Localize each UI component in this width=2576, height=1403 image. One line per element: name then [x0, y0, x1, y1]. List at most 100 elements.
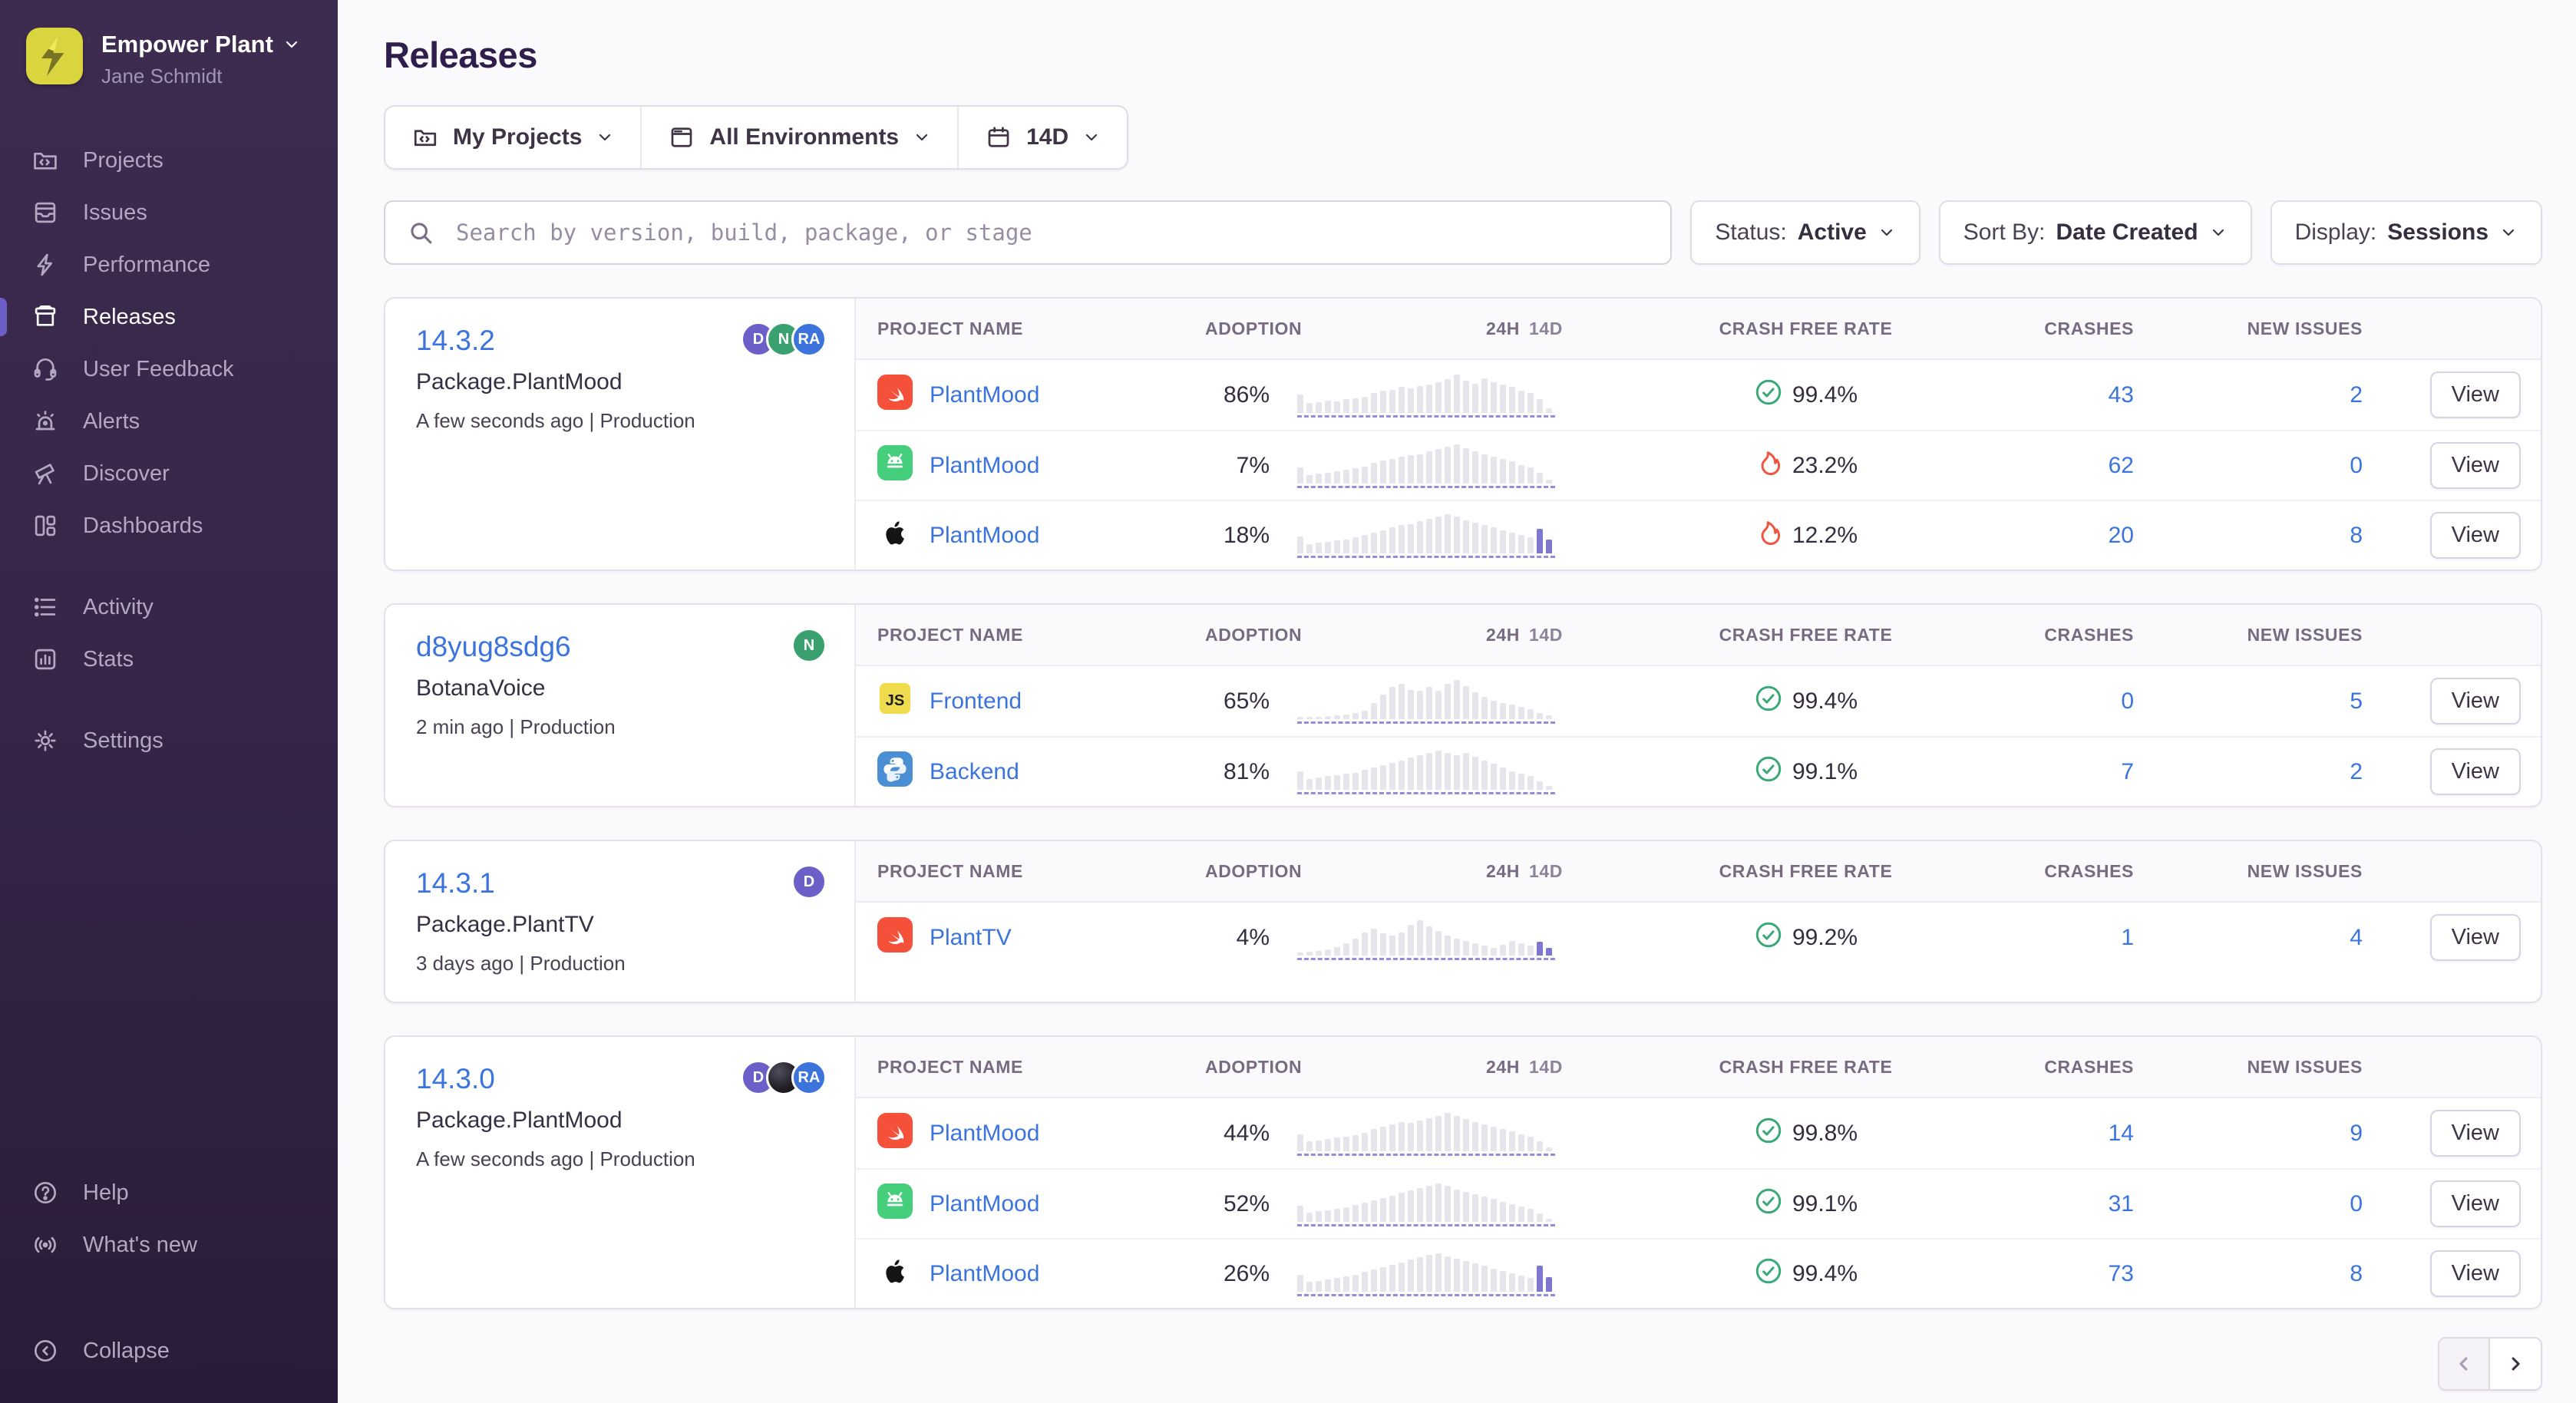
project-link[interactable]: Backend	[856, 751, 1197, 793]
sidebar-item-whats-new[interactable]: What's new	[0, 1219, 338, 1271]
release-version-link[interactable]: d8yug8sdg6	[416, 631, 824, 663]
new-issues-count[interactable]: 5	[2165, 688, 2403, 715]
sparkline-bar	[1472, 692, 1478, 719]
new-issues-count[interactable]: 0	[2165, 453, 2403, 479]
sparkline-bar	[1491, 527, 1497, 553]
date-range-filter[interactable]: 14D	[959, 107, 1127, 168]
crashes-count[interactable]: 43	[2023, 382, 2165, 408]
crashes-count[interactable]: 62	[2023, 453, 2165, 479]
sparkline-bar	[1546, 480, 1552, 484]
view-button[interactable]: View	[2430, 1110, 2521, 1157]
project-link[interactable]: PlantMood	[856, 1183, 1197, 1225]
org-switcher[interactable]: Empower Plant Jane Schmidt	[0, 28, 338, 88]
new-issues-count[interactable]: 0	[2165, 1191, 2403, 1217]
timerange-14d[interactable]: 14D	[1529, 861, 1563, 881]
view-button[interactable]: View	[2430, 1250, 2521, 1297]
new-issues-count[interactable]: 8	[2165, 523, 2403, 549]
release-meta: 2 min ago | Production	[416, 715, 824, 739]
environments-filter[interactable]: All Environments	[642, 107, 959, 168]
display-dropdown[interactable]: Display: Sessions	[2271, 200, 2542, 265]
sparkline-bar	[1334, 1209, 1340, 1222]
sparkline	[1297, 513, 1558, 558]
project-link[interactable]: PlantMood	[856, 1113, 1197, 1154]
project-link[interactable]: PlantMood	[856, 375, 1197, 416]
timerange-14d[interactable]: 14D	[1529, 625, 1563, 645]
sidebar-collapse-button[interactable]: Collapse	[0, 1325, 338, 1377]
timerange-14d[interactable]: 14D	[1529, 1057, 1563, 1077]
activity-list-icon	[31, 593, 60, 622]
pagination-prev-button[interactable]	[2439, 1339, 2490, 1389]
crash-free-rate: 99.4%	[1589, 1256, 2023, 1292]
search-input[interactable]	[384, 200, 1672, 265]
view-button[interactable]: View	[2430, 442, 2521, 489]
view-button[interactable]: View	[2430, 1180, 2521, 1227]
sparkline-bar	[1325, 401, 1331, 413]
sparkline-bar	[1297, 717, 1303, 719]
sidebar-item-stats[interactable]: Stats	[0, 633, 338, 685]
timerange-24h[interactable]: 24H	[1486, 861, 1520, 881]
view-button[interactable]: View	[2430, 678, 2521, 725]
sidebar-item-dashboards[interactable]: Dashboards	[0, 500, 338, 552]
status-fire-icon	[1754, 518, 1783, 547]
status-icon-wrap	[1754, 448, 1783, 484]
sparkline-bar	[1399, 1122, 1405, 1151]
release-card-list: 14.3.2Package.PlantMoodA few seconds ago…	[384, 297, 2542, 1309]
crash-free-rate-value: 99.2%	[1792, 925, 1858, 951]
status-icon-wrap	[1754, 1256, 1783, 1292]
new-issues-count[interactable]: 2	[2165, 759, 2403, 785]
sparkline-bars	[1297, 1182, 1558, 1222]
table-header-row: PROJECT NAMEADOPTION24H14DCRASH FREE RAT…	[856, 605, 2541, 666]
view-button[interactable]: View	[2430, 512, 2521, 559]
view-button[interactable]: View	[2430, 914, 2521, 961]
sparkline-bar	[1297, 467, 1303, 484]
sidebar-item-issues[interactable]: Issues	[0, 187, 338, 239]
sidebar-item-projects[interactable]: Projects	[0, 134, 338, 187]
sidebar-item-settings[interactable]: Settings	[0, 715, 338, 767]
page-title: Releases	[384, 34, 2542, 76]
status-dropdown[interactable]: Status: Active	[1690, 200, 1920, 265]
sidebar-item-activity[interactable]: Activity	[0, 581, 338, 633]
sidebar-item-user-feedback[interactable]: User Feedback	[0, 343, 338, 395]
crashes-count[interactable]: 14	[2023, 1121, 2165, 1147]
sidebar-item-alerts[interactable]: Alerts	[0, 395, 338, 447]
crashes-count[interactable]: 0	[2023, 688, 2165, 715]
projects-filter[interactable]: My Projects	[385, 107, 642, 168]
crashes-count[interactable]: 73	[2023, 1261, 2165, 1287]
project-link[interactable]: PlantMood	[856, 445, 1197, 487]
sidebar-item-releases[interactable]: Releases	[0, 291, 338, 343]
sparkline-bar	[1316, 1281, 1322, 1292]
release-version-link[interactable]: 14.3.1	[416, 867, 824, 900]
sparkline-bars	[1297, 444, 1558, 484]
sparkline-bar	[1435, 931, 1442, 956]
crashes-count[interactable]: 1	[2023, 925, 2165, 951]
project-row: PlantMood26%99.4%738View	[856, 1238, 2541, 1308]
view-button[interactable]: View	[2430, 748, 2521, 795]
crashes-count[interactable]: 20	[2023, 523, 2165, 549]
sidebar-item-help[interactable]: Help	[0, 1167, 338, 1219]
pagination-next-button[interactable]	[2490, 1339, 2541, 1389]
new-issues-count[interactable]: 8	[2165, 1261, 2403, 1287]
new-issues-count[interactable]: 2	[2165, 382, 2403, 408]
new-issues-count[interactable]: 9	[2165, 1121, 2403, 1147]
crashes-count[interactable]: 7	[2023, 759, 2165, 785]
project-link[interactable]: PlantTV	[856, 917, 1197, 959]
sidebar-item-discover[interactable]: Discover	[0, 447, 338, 500]
sparkline-bar	[1316, 1211, 1322, 1222]
timerange-24h[interactable]: 24H	[1486, 1057, 1520, 1077]
project-link[interactable]: PlantMood	[856, 515, 1197, 556]
chevron-down-icon	[913, 128, 931, 147]
table-header-new-issues: NEW ISSUES	[2165, 319, 2403, 339]
new-issues-count[interactable]: 4	[2165, 925, 2403, 951]
crashes-count[interactable]: 31	[2023, 1191, 2165, 1217]
timerange-14d[interactable]: 14D	[1529, 319, 1563, 338]
sidebar-item-performance[interactable]: Performance	[0, 239, 338, 291]
sparkline	[1297, 1111, 1558, 1156]
status-icon-wrap	[1754, 1116, 1783, 1151]
timerange-24h[interactable]: 24H	[1486, 625, 1520, 645]
project-link[interactable]: JSFrontend	[856, 681, 1197, 722]
view-button[interactable]: View	[2430, 371, 2521, 418]
sparkline-bar	[1454, 939, 1460, 956]
timerange-24h[interactable]: 24H	[1486, 319, 1520, 338]
project-link[interactable]: PlantMood	[856, 1253, 1197, 1295]
sort-by-dropdown[interactable]: Sort By: Date Created	[1939, 200, 2252, 265]
